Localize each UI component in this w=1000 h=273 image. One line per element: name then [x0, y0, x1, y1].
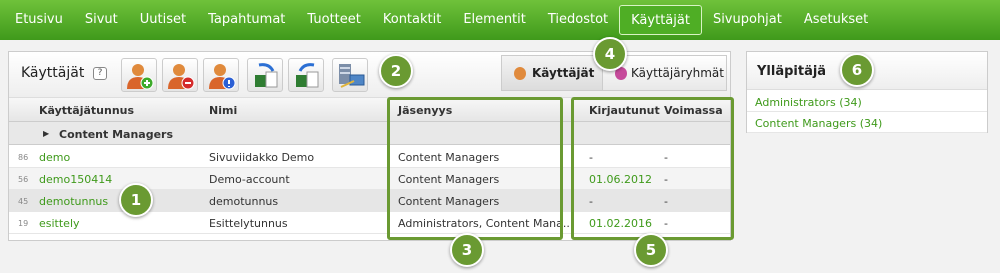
server-sync-button[interactable]	[332, 58, 368, 92]
callout-4: 4	[593, 37, 627, 71]
nav-item-sivut[interactable]: Sivut	[74, 5, 129, 35]
expand-arrow-icon[interactable]: ▶	[43, 129, 49, 138]
row-id: 45	[18, 197, 29, 206]
row-username[interactable]: demo	[39, 151, 70, 164]
row-id: 56	[18, 175, 29, 184]
help-icon[interactable]: ?	[93, 67, 107, 80]
callout-1: 1	[119, 183, 153, 217]
callout-2: 2	[379, 54, 413, 88]
panel-title: Käyttäjät	[21, 65, 85, 81]
nav-item-tuotteet[interactable]: Tuotteet	[296, 5, 371, 35]
row-id: 86	[18, 153, 29, 162]
group-label: Content Managers	[59, 128, 174, 141]
import-excel-icon	[255, 63, 278, 88]
export-excel-button[interactable]	[288, 58, 324, 92]
dates-highlight	[571, 97, 734, 240]
nav-item-elementit[interactable]: Elementit	[452, 5, 537, 35]
row-username[interactable]: demotunnus	[39, 195, 108, 208]
admin-group-label[interactable]: Administrators (34)	[755, 96, 862, 109]
row-username[interactable]: esittely	[39, 217, 80, 230]
col-username[interactable]: Käyttäjätunnus	[39, 104, 134, 117]
export-excel-icon	[296, 63, 319, 88]
server-sync-icon	[339, 64, 365, 88]
col-name[interactable]: Nimi	[209, 104, 237, 117]
admin-panel-title: Ylläpitäjä	[757, 64, 827, 79]
remove-user-icon	[168, 64, 195, 90]
admin-group-label[interactable]: Content Managers (34)	[755, 117, 882, 130]
nav-item-tapahtumat[interactable]: Tapahtumat	[197, 5, 296, 35]
admin-group-item[interactable]: Content Managers (34)	[747, 112, 987, 133]
row-id: 19	[18, 219, 29, 228]
row-username[interactable]: demo150414	[39, 173, 112, 186]
nav-item-sivupohjat[interactable]: Sivupohjat	[702, 5, 793, 35]
row-name: demotunnus	[209, 195, 279, 208]
nav-item-kontaktit[interactable]: Kontaktit	[372, 5, 452, 35]
row-name: Demo-account	[209, 173, 290, 186]
tab-users-label: Käyttäjät	[532, 66, 595, 80]
remove-user-button[interactable]	[162, 58, 198, 92]
nav-item-etusivu[interactable]: Etusivu	[4, 5, 74, 35]
user-info-button[interactable]	[203, 58, 239, 92]
callout-6: 6	[840, 53, 874, 87]
tab-user-groups-label: Käyttäjäryhmät	[631, 66, 724, 80]
callout-5: 5	[634, 233, 668, 267]
tab-users[interactable]: Käyttäjät	[501, 55, 603, 91]
add-user-button[interactable]	[121, 58, 157, 92]
admin-group-item[interactable]: Administrators (34)	[747, 91, 987, 112]
callout-3: 3	[450, 233, 484, 267]
membership-highlight	[387, 97, 563, 240]
add-user-icon	[127, 64, 154, 90]
nav-item-asetukset[interactable]: Asetukset	[793, 5, 879, 35]
user-icon	[514, 67, 526, 80]
nav-item-kayttajat[interactable]: Käyttäjät	[619, 5, 702, 35]
user-info-icon	[209, 64, 236, 90]
row-name: Sivuviidakko Demo	[209, 151, 315, 164]
row-name: Esittelytunnus	[209, 217, 288, 230]
top-navigation: Etusivu Sivut Uutiset Tapahtumat Tuottee…	[0, 0, 1000, 40]
import-excel-button[interactable]	[247, 58, 283, 92]
nav-item-uutiset[interactable]: Uutiset	[129, 5, 197, 35]
nav-item-tiedostot[interactable]: Tiedostot	[537, 5, 619, 35]
